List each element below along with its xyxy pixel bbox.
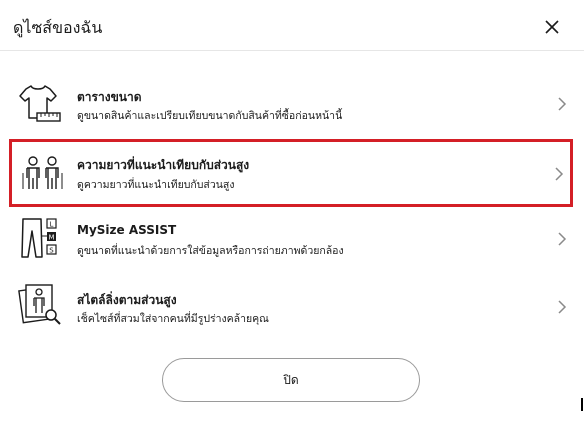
close-button[interactable]: ปิด (162, 358, 420, 402)
svg-text:M: M (48, 234, 54, 242)
photo-search-icon (18, 284, 61, 325)
dialog-header: ดูไซส์ของฉัน (0, 0, 584, 51)
option-subtitle: ดูขนาดที่แนะนำด้วยการใส่ข้อมูลหรือการถ่า… (77, 245, 344, 257)
pants-size-icon: L M S (21, 218, 57, 258)
option-title: ตารางขนาด (77, 90, 142, 104)
option-title: สไตล์ลิ่งตามส่วนสูง (77, 293, 177, 307)
chevron-right-icon (555, 167, 564, 181)
option-subtitle: ดูขนาดสินค้าและเปรียบเทียบขนาดกับสินค้าท… (77, 110, 343, 122)
chevron-right-icon (558, 232, 567, 246)
dialog-title: ดูไซส์ของฉัน (13, 18, 103, 37)
svg-text:S: S (49, 247, 54, 255)
option-mysize-assist[interactable]: L M S MySize ASSIST ดูขนาดที่แนะนำด้วยกา… (13, 207, 573, 271)
edge-marker (581, 398, 583, 411)
option-subtitle: ดูความยาวที่แนะนำเทียบกับส่วนสูง (77, 179, 235, 191)
chevron-right-icon (558, 300, 567, 314)
option-recommended-length[interactable]: ความยาวที่แนะนำเทียบกับส่วนสูง ดูความยาว… (9, 139, 573, 207)
option-subtitle: เช็คไซส์ที่สวมใส่จากคนที่มีรูปร่างคล้ายค… (77, 313, 269, 325)
people-height-icon (22, 156, 63, 189)
option-size-chart[interactable]: ตารางขนาด ดูขนาดสินค้าและเปรียบเทียบขนาด… (13, 72, 573, 136)
svg-text:L: L (50, 221, 54, 229)
option-styling-by-height[interactable]: สไตล์ลิ่งตามส่วนสูง เช็คไซส์ที่สวมใส่จาก… (13, 275, 573, 339)
option-title: MySize ASSIST (77, 223, 177, 237)
chevron-right-icon (558, 97, 567, 111)
tshirt-ruler-icon (19, 85, 61, 122)
option-title: ความยาวที่แนะนำเทียบกับส่วนสูง (77, 158, 250, 172)
close-icon[interactable] (543, 18, 561, 36)
